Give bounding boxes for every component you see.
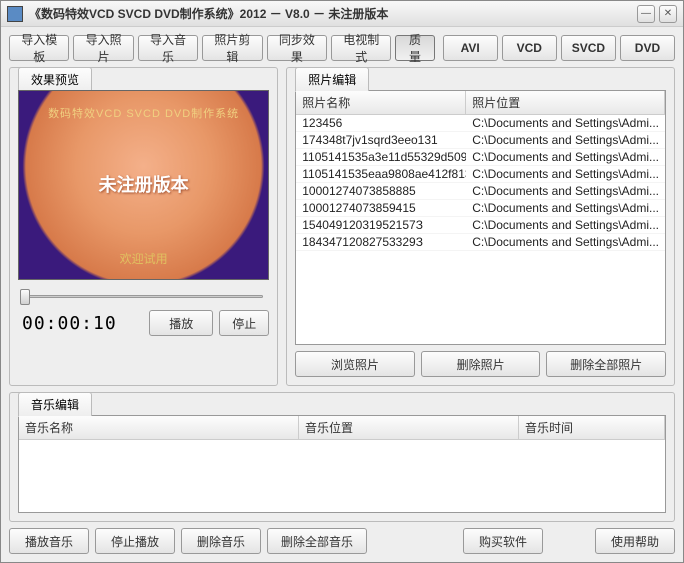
preview-image: 数码特效VCD SVCD DVD制作系统 未注册版本 欢迎试用 <box>18 90 269 280</box>
bottom-gap <box>549 528 589 554</box>
cell-photo-location: C:\Documents and Settings\Admi... <box>466 166 665 182</box>
window-title: 《数码特效VCD SVCD DVD制作系统》2012 － V8.0 － 未注册版… <box>29 5 633 22</box>
photo-table-header: 照片名称 照片位置 <box>296 91 665 115</box>
col-photo-location[interactable]: 照片位置 <box>466 91 665 114</box>
table-row[interactable]: 10001274073858885C:\Documents and Settin… <box>296 183 665 200</box>
photo-clip-button[interactable]: 照片剪辑 <box>202 35 262 61</box>
cell-photo-location: C:\Documents and Settings\Admi... <box>466 183 665 199</box>
cell-photo-location: C:\Documents and Settings\Admi... <box>466 149 665 165</box>
time-display: 00:00:10 <box>18 313 143 334</box>
svcd-button[interactable]: SVCD <box>561 35 616 61</box>
slider-thumb[interactable] <box>20 289 30 305</box>
cell-photo-name: 123456 <box>296 115 466 131</box>
table-row[interactable]: 18434712082753329ЗC:\Documents and Setti… <box>296 234 665 251</box>
delete-photo-button[interactable]: 删除照片 <box>421 351 541 377</box>
table-row[interactable]: 1105141535eaa9808ae412f813C:\Documents a… <box>296 166 665 183</box>
cell-photo-name: 18434712082753329З <box>296 234 466 250</box>
table-row[interactable]: 174348t7jv1sqrd3eeo131C:\Documents and S… <box>296 132 665 149</box>
quality-button[interactable]: 质量 <box>395 35 434 61</box>
play-button[interactable]: 播放 <box>149 310 213 336</box>
music-table-header: 音乐名称 音乐位置 音乐时间 <box>19 416 665 440</box>
col-photo-name[interactable]: 照片名称 <box>296 91 466 114</box>
col-music-time[interactable]: 音乐时间 <box>519 416 665 439</box>
middle-row: 效果预览 数码特效VCD SVCD DVD制作系统 未注册版本 欢迎试用 00:… <box>9 67 675 386</box>
preview-overlay-watermark: 未注册版本 <box>19 171 268 197</box>
delete-all-photo-button[interactable]: 删除全部照片 <box>546 351 666 377</box>
avi-button[interactable]: AVI <box>443 35 498 61</box>
bottom-toolbar: 播放音乐 停止播放 删除音乐 删除全部音乐 购买软件 使用帮助 <box>9 528 675 554</box>
preview-controls: 00:00:10 播放 停止 <box>18 310 269 336</box>
photo-tab[interactable]: 照片编辑 <box>295 67 369 92</box>
col-music-name[interactable]: 音乐名称 <box>19 416 299 439</box>
preview-tab[interactable]: 效果预览 <box>18 67 92 92</box>
cell-photo-location: C:\Documents and Settings\Admi... <box>466 115 665 131</box>
cell-photo-name: 10001274073859415 <box>296 200 466 216</box>
photo-panel: 照片编辑 照片名称 照片位置 123456C:\Documents and Se… <box>286 67 675 386</box>
bottom-spacer <box>373 528 457 554</box>
delete-music-button[interactable]: 删除音乐 <box>181 528 261 554</box>
cell-photo-name: 1105141535a3e11d55329d509d <box>296 149 466 165</box>
close-button[interactable]: ✕ <box>659 5 677 23</box>
preview-overlay-welcome: 欢迎试用 <box>19 250 268 267</box>
import-photo-button[interactable]: 导入照片 <box>73 35 133 61</box>
dvd-button[interactable]: DVD <box>620 35 675 61</box>
vcd-button[interactable]: VCD <box>502 35 557 61</box>
delete-all-music-button[interactable]: 删除全部音乐 <box>267 528 367 554</box>
slider-track <box>24 295 263 298</box>
table-row[interactable]: 1105141535a3e11d55329d509dC:\Documents a… <box>296 149 665 166</box>
cell-photo-location: C:\Documents and Settings\Admi... <box>466 200 665 216</box>
main-toolbar: 导入模板 导入照片 导入音乐 照片剪辑 同步效果 电视制式 质量 AVI VCD… <box>9 35 675 61</box>
browse-photo-button[interactable]: 浏览照片 <box>295 351 415 377</box>
tv-format-button[interactable]: 电视制式 <box>331 35 391 61</box>
music-tab[interactable]: 音乐编辑 <box>18 392 92 417</box>
main-window: 《数码特效VCD SVCD DVD制作系统》2012 － V8.0 － 未注册版… <box>0 0 684 563</box>
help-button[interactable]: 使用帮助 <box>595 528 675 554</box>
table-row[interactable]: 15404912031952157ЗC:\Documents and Setti… <box>296 217 665 234</box>
app-icon <box>7 6 23 22</box>
preview-overlay-title: 数码特效VCD SVCD DVD制作系统 <box>19 105 268 121</box>
titlebar[interactable]: 《数码特效VCD SVCD DVD制作系统》2012 － V8.0 － 未注册版… <box>1 1 683 27</box>
photo-table[interactable]: 照片名称 照片位置 123456C:\Documents and Setting… <box>295 90 666 345</box>
preview-panel: 效果预览 数码特效VCD SVCD DVD制作系统 未注册版本 欢迎试用 00:… <box>9 67 278 386</box>
import-music-button[interactable]: 导入音乐 <box>138 35 198 61</box>
minimize-button[interactable]: — <box>637 5 655 23</box>
cell-photo-location: C:\Documents and Settings\Admi... <box>466 217 665 233</box>
buy-button[interactable]: 购买软件 <box>463 528 543 554</box>
cell-photo-name: 10001274073858885 <box>296 183 466 199</box>
seek-slider[interactable] <box>18 286 269 306</box>
stop-music-button[interactable]: 停止播放 <box>95 528 175 554</box>
photo-rows: 123456C:\Documents and Settings\Admi...1… <box>296 115 665 251</box>
cell-photo-name: 174348t7jv1sqrd3eeo131 <box>296 132 466 148</box>
cell-photo-name: 1105141535eaa9808ae412f813 <box>296 166 466 182</box>
photo-buttons: 浏览照片 删除照片 删除全部照片 <box>295 351 666 377</box>
music-table[interactable]: 音乐名称 音乐位置 音乐时间 <box>18 415 666 513</box>
content-area: 导入模板 导入照片 导入音乐 照片剪辑 同步效果 电视制式 质量 AVI VCD… <box>1 27 683 562</box>
cell-photo-location: C:\Documents and Settings\Admi... <box>466 132 665 148</box>
cell-photo-location: C:\Documents and Settings\Admi... <box>466 234 665 250</box>
stop-button[interactable]: 停止 <box>219 310 269 336</box>
cell-photo-name: 15404912031952157З <box>296 217 466 233</box>
table-row[interactable]: 10001274073859415C:\Documents and Settin… <box>296 200 665 217</box>
col-music-location[interactable]: 音乐位置 <box>299 416 519 439</box>
play-music-button[interactable]: 播放音乐 <box>9 528 89 554</box>
import-template-button[interactable]: 导入模板 <box>9 35 69 61</box>
music-panel: 音乐编辑 音乐名称 音乐位置 音乐时间 <box>9 392 675 522</box>
sync-effect-button[interactable]: 同步效果 <box>267 35 327 61</box>
table-row[interactable]: 123456C:\Documents and Settings\Admi... <box>296 115 665 132</box>
